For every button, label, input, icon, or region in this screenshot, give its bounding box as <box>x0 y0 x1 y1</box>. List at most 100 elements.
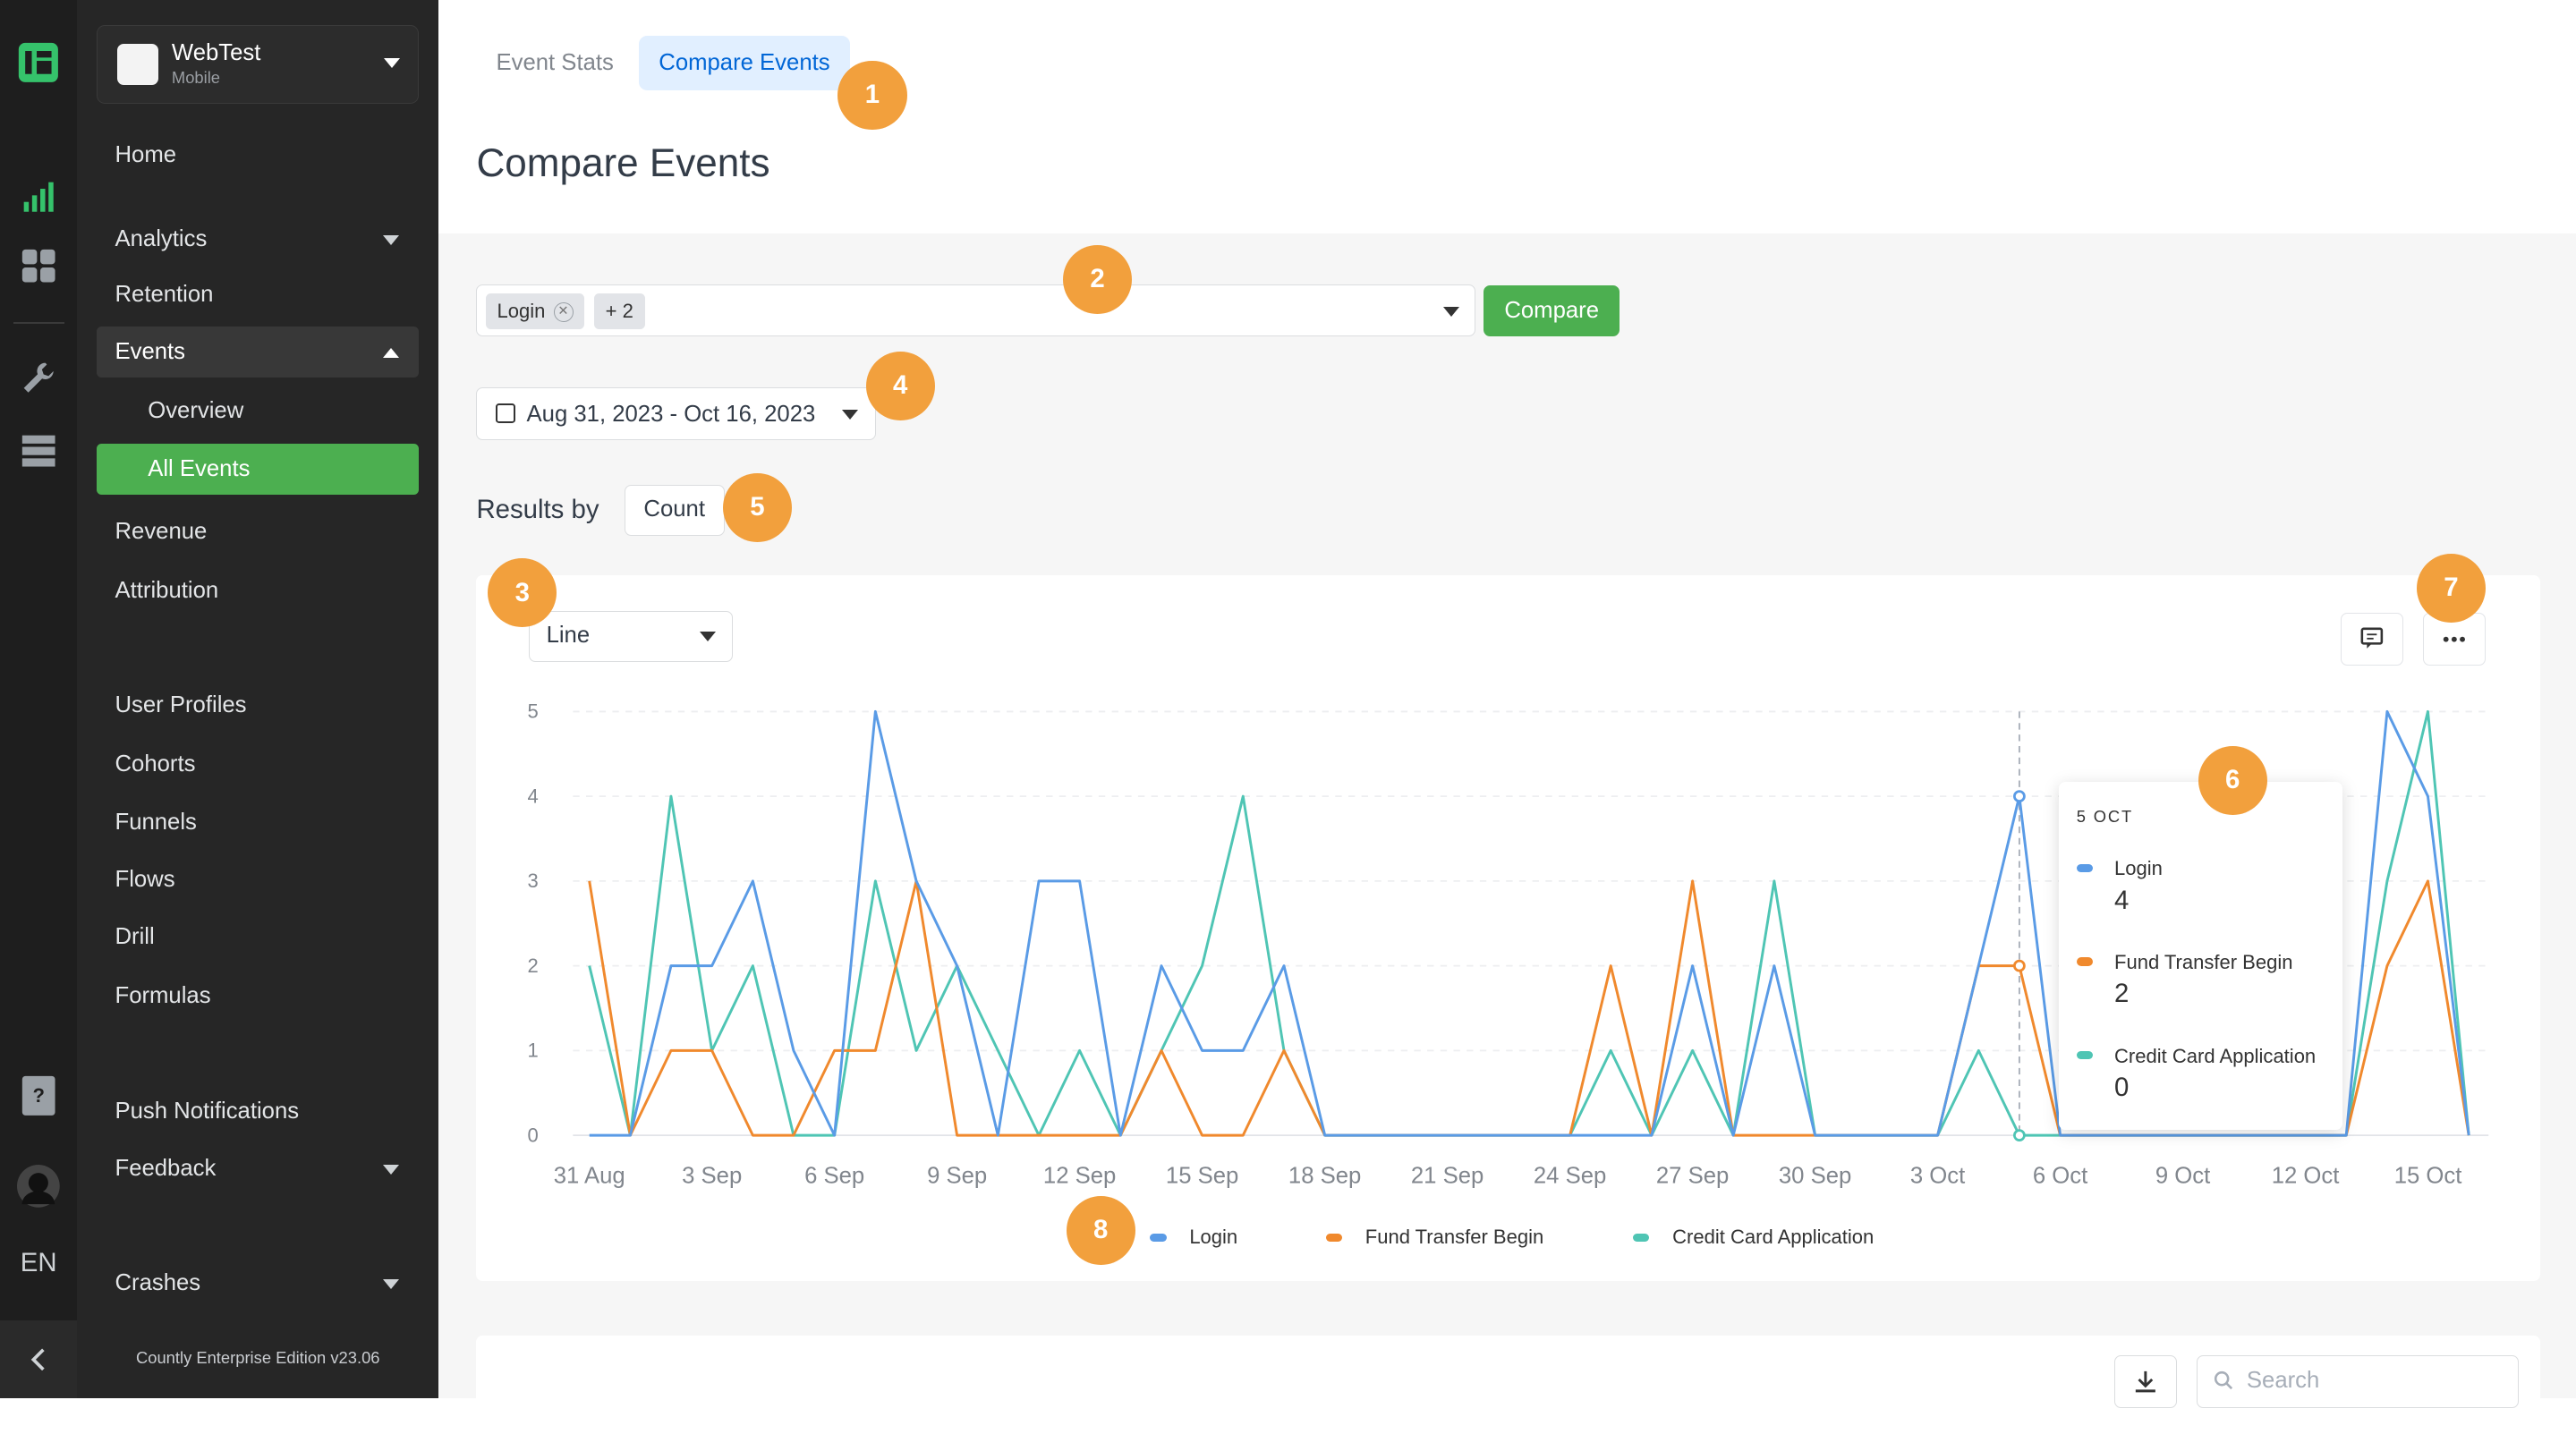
app-name: WebTest <box>171 40 261 66</box>
sidebar-item-formulas[interactable]: Formulas <box>97 971 419 1022</box>
sidebar: WebTest Mobile Home Analytics Retention … <box>77 0 439 1398</box>
sidebar-item-push-notifications[interactable]: Push Notifications <box>97 1086 419 1137</box>
page-header: Event Stats Compare Events Compare Event… <box>438 0 2576 233</box>
x-tick-label: 6 Sep <box>805 1163 865 1188</box>
dashboard-grid-icon[interactable] <box>0 243 77 289</box>
sidebar-item-drill[interactable]: Drill <box>97 912 419 963</box>
tooltip-series-name: Login <box>2114 857 2163 880</box>
app-logo-icon <box>117 43 159 85</box>
sidebar-item-retention[interactable]: Retention <box>97 269 419 320</box>
chart-type-select[interactable]: Line <box>529 611 733 662</box>
sidebar-item-funnels[interactable]: Funnels <box>97 797 419 848</box>
x-tick-label: 21 Sep <box>1411 1163 1484 1188</box>
x-tick-label: 31 Aug <box>554 1163 625 1188</box>
sidebar-item-label: Analytics <box>115 225 208 251</box>
x-tick-label: 9 Sep <box>928 1163 988 1188</box>
edition-label: Countly Enterprise Edition v23.06 <box>136 1348 380 1368</box>
table-card <box>476 1335 2540 1434</box>
tooltip-series-name: Credit Card Application <box>2114 1044 2317 1067</box>
tooltip-series-name: Fund Transfer Begin <box>2114 951 2293 974</box>
event-chip-login[interactable]: Login ✕ <box>485 293 585 330</box>
sidebar-item-crashes[interactable]: Crashes <box>97 1258 419 1309</box>
x-tick-label: 12 Oct <box>2272 1163 2340 1188</box>
x-tick-label: 6 Oct <box>2033 1163 2087 1188</box>
sidebar-item-flows[interactable]: Flows <box>97 854 419 905</box>
wrench-icon[interactable] <box>0 355 77 401</box>
chevron-up-icon <box>383 348 400 359</box>
tooltip-date: 5 OCT <box>2076 806 2134 826</box>
tooltip-series-value: 2 <box>2114 979 2130 1009</box>
legend-dot <box>1150 1233 1167 1243</box>
event-multiselect[interactable]: Login ✕ + 2 <box>476 284 1475 337</box>
user-avatar[interactable] <box>0 1163 77 1209</box>
annotate-button[interactable] <box>2341 612 2404 666</box>
annotation-badge-4: 4 <box>865 351 935 421</box>
sidebar-item-attribution[interactable]: Attribution <box>97 565 419 616</box>
sidebar-item-analytics[interactable]: Analytics <box>97 214 419 265</box>
sidebar-item-revenue[interactable]: Revenue <box>97 506 419 557</box>
annotation-badge-2: 2 <box>1062 244 1133 314</box>
chevron-down-icon <box>699 632 716 642</box>
annotation-badge-5: 5 <box>722 472 792 542</box>
search-input[interactable] <box>2243 1365 2490 1396</box>
highlight-point <box>2013 1128 2027 1141</box>
tab-event-stats[interactable]: Event Stats <box>476 36 633 90</box>
sidebar-item-events[interactable]: Events <box>97 327 420 378</box>
annotation-badge-7: 7 <box>2416 553 2486 623</box>
table-search[interactable] <box>2196 1354 2519 1408</box>
annotation-badge-6: 6 <box>2198 745 2267 815</box>
sidebar-item-home[interactable]: Home <box>97 130 419 181</box>
legend-label: Fund Transfer Begin <box>1365 1225 1544 1248</box>
app-selector[interactable]: WebTest Mobile <box>97 24 420 104</box>
page-title: Compare Events <box>476 140 770 185</box>
legend-dot <box>1325 1233 1343 1243</box>
sidebar-item-overview[interactable]: Overview <box>97 386 419 437</box>
search-icon <box>2215 1371 2233 1390</box>
date-range-label: Aug 31, 2023 - Oct 16, 2023 <box>526 402 816 427</box>
analytics-chart-icon[interactable] <box>0 174 77 220</box>
app-type: Mobile <box>171 68 221 88</box>
event-chip-more[interactable]: + 2 <box>593 293 645 330</box>
calendar-icon <box>495 403 515 423</box>
close-icon[interactable]: ✕ <box>553 301 574 323</box>
download-button[interactable] <box>2114 1354 2177 1408</box>
sidebar-item-label: Events <box>115 339 186 365</box>
x-tick-label: 30 Sep <box>1779 1163 1851 1188</box>
sidebar-item-label: Feedback <box>115 1155 217 1181</box>
tab-compare-events[interactable]: Compare Events <box>639 36 850 90</box>
svg-text:?: ? <box>32 1084 44 1107</box>
highlight-point <box>2013 959 2027 972</box>
compare-button[interactable]: Compare <box>1483 285 1620 337</box>
x-tick-label: 3 Oct <box>1910 1163 1965 1188</box>
sidebar-item-all-events[interactable]: All Events <box>97 443 420 495</box>
more-icon <box>2443 636 2466 642</box>
metric-selector[interactable]: Count <box>624 484 725 536</box>
comment-icon <box>2361 627 2384 649</box>
chevron-down-icon <box>384 58 400 69</box>
legend-dot <box>2076 1051 2094 1060</box>
countly-logo-icon[interactable] <box>0 36 77 89</box>
server-icon[interactable] <box>0 427 77 472</box>
y-tick-label: 0 <box>528 1124 539 1146</box>
language-switcher[interactable]: EN <box>0 1248 77 1278</box>
y-tick-label: 4 <box>528 785 539 807</box>
y-tick-label: 2 <box>528 955 539 977</box>
chevron-down-icon <box>383 1279 400 1290</box>
x-tick-label: 27 Sep <box>1656 1163 1729 1188</box>
annotation-badge-1: 1 <box>837 60 907 131</box>
highlight-point <box>2013 789 2027 802</box>
x-tick-label: 12 Sep <box>1043 1163 1116 1188</box>
sidebar-item-feedback[interactable]: Feedback <box>97 1143 419 1194</box>
collapse-sidebar-button[interactable] <box>0 1320 78 1398</box>
sidebar-item-user-profiles[interactable]: User Profiles <box>97 680 419 731</box>
date-range-picker[interactable]: Aug 31, 2023 - Oct 16, 2023 <box>476 387 876 441</box>
legend-label: Login <box>1189 1225 1238 1248</box>
chart-card: 0 1 2 3 4 5 31 Aug 3 Sep 6 Sep 9 Sep 12 Sep 15 Sep 1… <box>476 553 2540 1282</box>
y-tick-label: 1 <box>528 1039 539 1061</box>
chevron-down-icon <box>842 410 859 420</box>
x-tick-label: 18 Sep <box>1288 1163 1361 1188</box>
help-document-icon[interactable]: ? <box>0 1071 77 1120</box>
x-tick-label: 24 Sep <box>1534 1163 1606 1188</box>
sidebar-item-cohorts[interactable]: Cohorts <box>97 739 419 790</box>
tooltip-series-value: 0 <box>2114 1072 2130 1102</box>
